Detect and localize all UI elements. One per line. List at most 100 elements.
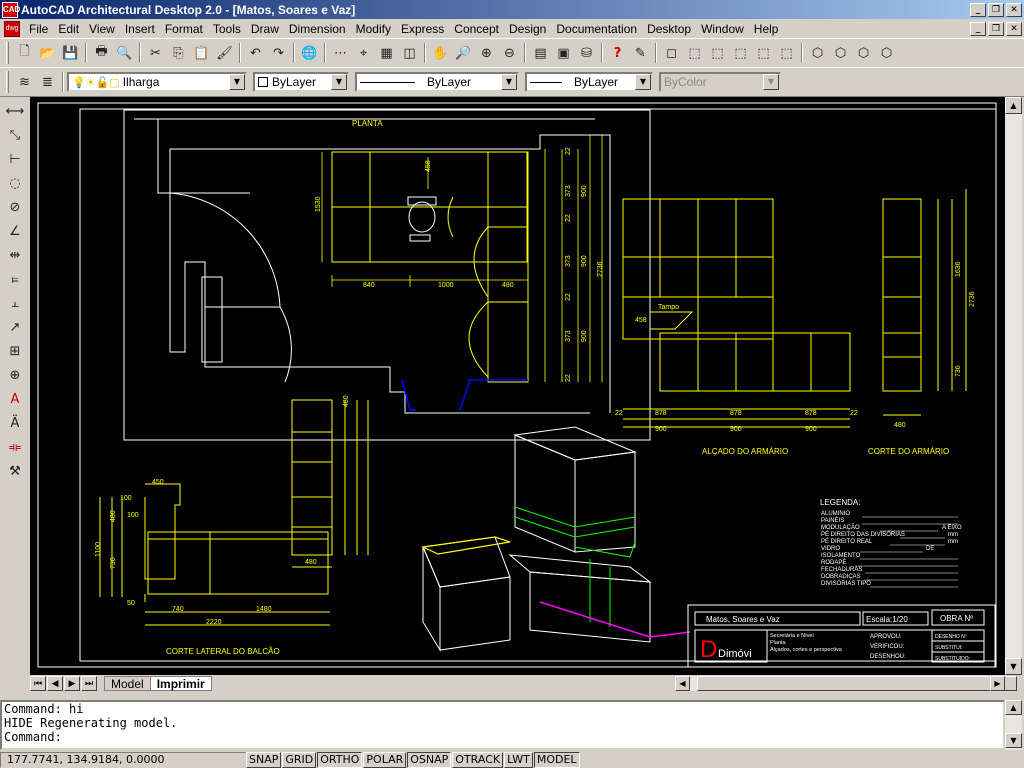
view-iso-4-icon[interactable]: ⬚ bbox=[752, 42, 775, 64]
doc-minimize-button[interactable]: _ bbox=[970, 21, 986, 36]
top-view-icon[interactable]: ◻ bbox=[660, 42, 683, 64]
save-icon[interactable]: 💾 bbox=[59, 42, 82, 64]
grid-toggle[interactable]: GRID bbox=[282, 751, 317, 768]
command-window[interactable]: Command: hi HIDE Regenerating model. Com… bbox=[0, 700, 1005, 750]
baseline-dim-icon[interactable]: ⫢ bbox=[3, 267, 27, 291]
3d-view-icon[interactable]: ◫ bbox=[398, 42, 421, 64]
linetype-combo[interactable]: ByLayer ▼ bbox=[355, 72, 519, 92]
print-preview-icon[interactable]: 🔍 bbox=[113, 42, 136, 64]
scroll-right-icon[interactable]: ▶ bbox=[990, 676, 1005, 691]
shade-1-icon[interactable]: ⬡ bbox=[806, 42, 829, 64]
polar-toggle[interactable]: POLAR bbox=[363, 751, 407, 768]
doc-close-button[interactable]: ✕ bbox=[1006, 21, 1022, 36]
help-icon[interactable]: ? bbox=[606, 42, 629, 64]
chevron-down-icon[interactable]: ▼ bbox=[763, 74, 779, 90]
chevron-down-icon[interactable]: ▼ bbox=[501, 74, 517, 90]
linear-dim-icon[interactable]: ⟷ bbox=[3, 99, 27, 123]
dim-text-edit-icon[interactable]: Ä bbox=[3, 411, 27, 435]
new-icon[interactable]: 🗋 bbox=[13, 42, 36, 64]
copy-icon[interactable]: ⎘ bbox=[167, 42, 190, 64]
center-mark-icon[interactable]: ⊕ bbox=[3, 363, 27, 387]
continue-dim-icon[interactable]: ⫠ bbox=[3, 291, 27, 315]
scroll-down-icon[interactable]: ▼ bbox=[1005, 658, 1022, 675]
aligned-dim-icon[interactable]: ⤡ bbox=[3, 123, 27, 147]
properties-icon[interactable]: ▤ bbox=[529, 42, 552, 64]
view-iso-3-icon[interactable]: ⬚ bbox=[729, 42, 752, 64]
doc-restore-button[interactable]: ❐ bbox=[988, 21, 1004, 36]
model-toggle[interactable]: MODEL bbox=[533, 751, 580, 768]
tolerance-icon[interactable]: ⊞ bbox=[3, 339, 27, 363]
horizontal-scrollbar[interactable]: ◀ ▶ bbox=[675, 676, 1017, 691]
vertical-scrollbar[interactable]: ▲ ▼ bbox=[1005, 97, 1022, 675]
radius-dim-icon[interactable]: ◌ bbox=[3, 171, 27, 195]
menu-design[interactable]: Design bbox=[504, 22, 551, 36]
lwt-toggle[interactable]: LWT bbox=[504, 751, 533, 768]
zoom-previous-icon[interactable]: ⊖ bbox=[498, 42, 521, 64]
print-icon[interactable]: 🖶 bbox=[90, 42, 113, 64]
minimize-button[interactable]: _ bbox=[970, 2, 986, 17]
database-icon[interactable]: ⛁ bbox=[575, 42, 598, 64]
named-views-icon[interactable]: ▦ bbox=[375, 42, 398, 64]
menu-view[interactable]: View bbox=[84, 22, 120, 36]
shade-3-icon[interactable]: ⬡ bbox=[852, 42, 875, 64]
zoom-window-icon[interactable]: ⊕ bbox=[475, 42, 498, 64]
lineweight-combo[interactable]: ByLayer ▼ bbox=[525, 72, 653, 92]
design-center-icon[interactable]: ▣ bbox=[552, 42, 575, 64]
coordinates-readout[interactable]: 177.7741, 134.9184, 0.0000 bbox=[0, 751, 246, 768]
menu-file[interactable]: File bbox=[24, 22, 53, 36]
autocad-app-icon[interactable]: CAD bbox=[2, 1, 20, 18]
quick-dim-icon[interactable]: ⇹ bbox=[3, 243, 27, 267]
cut-icon[interactable]: ✂ bbox=[144, 42, 167, 64]
make-layer-current-icon[interactable]: ≣ bbox=[36, 71, 59, 93]
command-prompt[interactable]: Command: bbox=[4, 730, 1003, 744]
cmd-scroll-up-icon[interactable]: ▲ bbox=[1005, 700, 1022, 715]
diameter-dim-icon[interactable]: ⊘ bbox=[3, 195, 27, 219]
cmd-scroll-down-icon[interactable]: ▼ bbox=[1005, 733, 1022, 748]
drawing-canvas[interactable]: PLANTA 840 1000 480 458 1530 22 373 900 … bbox=[30, 97, 1005, 675]
view-iso-2-icon[interactable]: ⬚ bbox=[706, 42, 729, 64]
edit-icon[interactable]: ✎ bbox=[629, 42, 652, 64]
dim-style-icon[interactable]: ⚒ bbox=[3, 459, 27, 483]
ucs-icon[interactable]: ⌖ bbox=[352, 42, 375, 64]
plotstyle-combo[interactable]: ByColor ▼ bbox=[659, 72, 781, 92]
otrack-toggle[interactable]: OTRACK bbox=[452, 751, 504, 768]
open-icon[interactable]: 📂 bbox=[36, 42, 59, 64]
hyperlink-icon[interactable]: 🌐 bbox=[298, 42, 321, 64]
menu-tools[interactable]: Tools bbox=[208, 22, 246, 36]
menu-express[interactable]: Express bbox=[396, 22, 449, 36]
osnap-toggle[interactable]: OSNAP bbox=[407, 751, 452, 768]
menu-dimension[interactable]: Dimension bbox=[284, 22, 351, 36]
menu-modify[interactable]: Modify bbox=[351, 22, 396, 36]
tracking-icon[interactable]: ⋯ bbox=[329, 42, 352, 64]
view-iso-1-icon[interactable]: ⬚ bbox=[683, 42, 706, 64]
menu-draw[interactable]: Draw bbox=[246, 22, 284, 36]
command-scrollbar[interactable]: ▲ ▼ bbox=[1005, 700, 1022, 750]
menu-help[interactable]: Help bbox=[749, 22, 784, 36]
undo-icon[interactable]: ↶ bbox=[244, 42, 267, 64]
menu-documentation[interactable]: Documentation bbox=[551, 22, 642, 36]
color-combo[interactable]: ByLayer ▼ bbox=[253, 72, 349, 92]
menu-insert[interactable]: Insert bbox=[120, 22, 160, 36]
scroll-thumb[interactable] bbox=[697, 676, 1017, 691]
scroll-up-icon[interactable]: ▲ bbox=[1005, 97, 1022, 114]
menu-edit[interactable]: Edit bbox=[53, 22, 84, 36]
view-iso-5-icon[interactable]: ⬚ bbox=[775, 42, 798, 64]
snap-toggle[interactable]: SNAP bbox=[246, 751, 282, 768]
zoom-realtime-icon[interactable]: 🔎 bbox=[452, 42, 475, 64]
scroll-left-icon[interactable]: ◀ bbox=[675, 676, 690, 691]
toolbar-grip[interactable] bbox=[6, 71, 9, 93]
pan-icon[interactable]: ✋ bbox=[429, 42, 452, 64]
menu-desktop[interactable]: Desktop bbox=[642, 22, 696, 36]
layer-combo[interactable]: 💡☀🔓▢ Ilharga ▼ bbox=[67, 72, 247, 92]
dim-edit-icon[interactable]: A bbox=[3, 387, 27, 411]
menu-window[interactable]: Window bbox=[696, 22, 749, 36]
match-properties-icon[interactable]: 🖌 bbox=[213, 42, 236, 64]
angular-dim-icon[interactable]: ∠ bbox=[3, 219, 27, 243]
menu-concept[interactable]: Concept bbox=[449, 22, 504, 36]
shade-2-icon[interactable]: ⬡ bbox=[829, 42, 852, 64]
chevron-down-icon[interactable]: ▼ bbox=[331, 74, 347, 90]
dim-update-icon[interactable]: ⟚ bbox=[3, 435, 27, 459]
close-button[interactable]: ✕ bbox=[1006, 2, 1022, 17]
paste-icon[interactable]: 📋 bbox=[190, 42, 213, 64]
toolbar-grip[interactable] bbox=[6, 42, 9, 64]
